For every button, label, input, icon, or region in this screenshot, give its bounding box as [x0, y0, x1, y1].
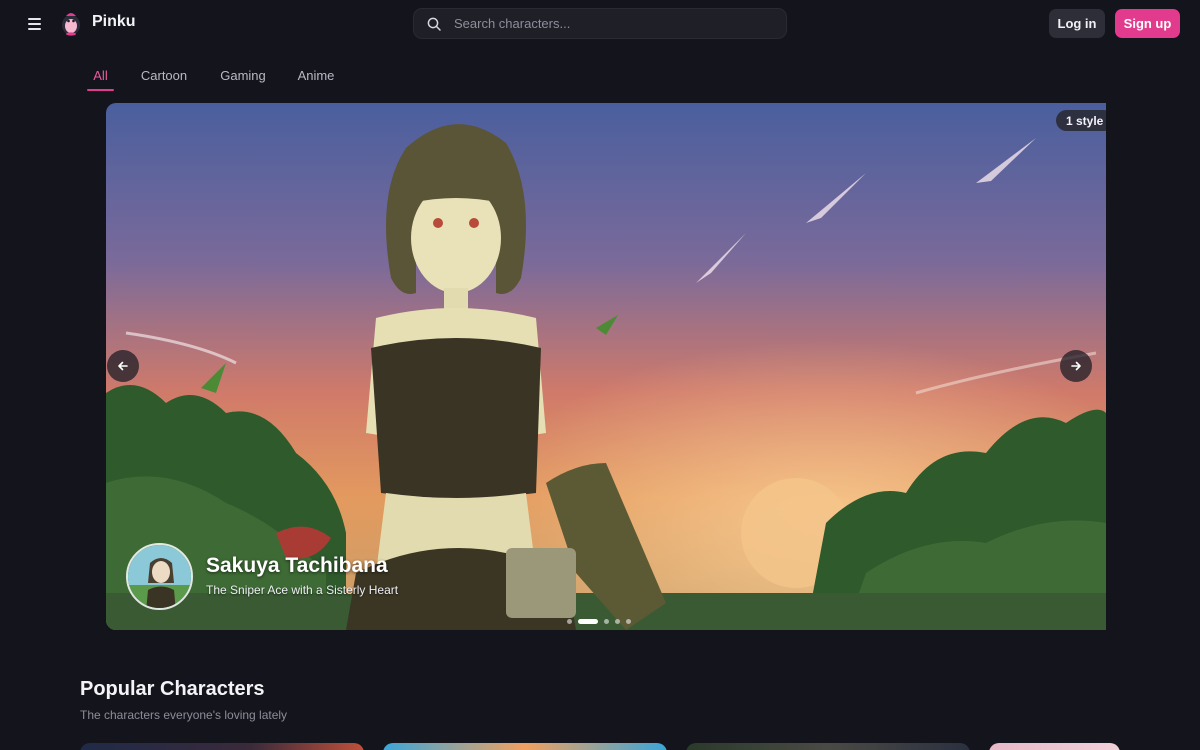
carousel-dot[interactable] — [567, 618, 572, 624]
pinku-logo[interactable] — [58, 10, 84, 36]
carousel-dot[interactable] — [604, 618, 609, 624]
tab-cartoon[interactable]: Cartoon — [139, 60, 189, 90]
character-card[interactable] — [989, 743, 1120, 750]
carousel-dot-active[interactable] — [578, 618, 598, 624]
featured-carousel[interactable]: 1 style Sakuya Tachibana The Sniper Ace … — [106, 103, 1106, 630]
search-icon — [427, 17, 441, 31]
tab-gaming[interactable]: Gaming — [219, 60, 267, 90]
arrow-left-icon — [118, 361, 128, 371]
character-card[interactable] — [80, 743, 364, 750]
character-card[interactable] — [383, 743, 667, 750]
carousel-indicators — [567, 618, 631, 624]
menu-icon[interactable] — [22, 12, 46, 36]
character-card[interactable] — [686, 743, 970, 750]
arrow-right-icon — [1071, 361, 1081, 371]
top-bar: Pinku Log in Sign up — [0, 0, 1200, 48]
carousel-prev-button[interactable] — [107, 350, 139, 382]
brand-name[interactable]: Pinku — [92, 13, 136, 31]
character-avatar[interactable] — [126, 543, 193, 610]
carousel-dot[interactable] — [626, 618, 631, 624]
signup-button[interactable]: Sign up — [1115, 9, 1180, 38]
featured-character-image — [106, 103, 1106, 630]
search-input[interactable] — [454, 9, 774, 38]
tab-all[interactable]: All — [87, 60, 114, 91]
section-title: Popular Characters — [80, 678, 265, 700]
login-button[interactable]: Log in — [1049, 9, 1105, 38]
search-bar[interactable] — [413, 8, 787, 39]
carousel-next-button[interactable] — [1060, 350, 1092, 382]
carousel-dot[interactable] — [615, 618, 620, 624]
style-count-badge: 1 style — [1056, 110, 1106, 131]
character-tagline: The Sniper Ace with a Sisterly Heart — [206, 583, 399, 597]
section-subtitle: The characters everyone's loving lately — [80, 708, 288, 722]
tab-anime[interactable]: Anime — [297, 60, 335, 90]
character-name[interactable]: Sakuya Tachibana — [206, 554, 388, 578]
